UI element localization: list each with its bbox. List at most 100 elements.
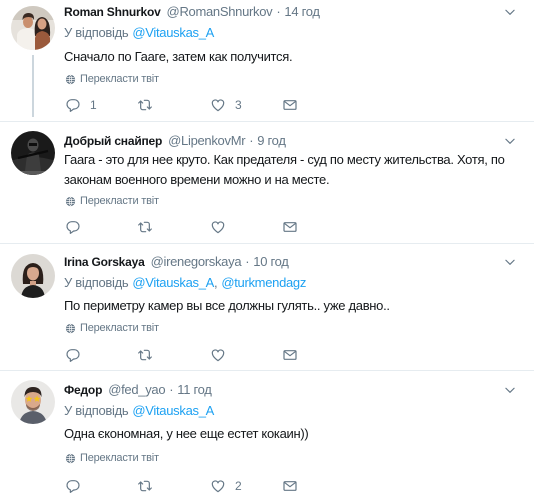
translate-label: Перекласти твіт bbox=[80, 322, 159, 334]
retweet-icon bbox=[137, 97, 153, 113]
reply-button[interactable] bbox=[65, 218, 81, 236]
action-bar bbox=[0, 218, 534, 236]
globe-icon bbox=[65, 453, 76, 464]
chevron-down-icon[interactable] bbox=[503, 5, 517, 19]
reply-button[interactable] bbox=[65, 346, 81, 364]
meta-separator: · bbox=[169, 382, 174, 397]
direct-message-button[interactable] bbox=[282, 96, 298, 114]
reply-context: У відповідь @Vitauskas_A , @turkmendagz bbox=[64, 275, 306, 291]
heart-icon bbox=[210, 478, 226, 494]
retweet-button[interactable] bbox=[137, 346, 153, 364]
reply-count: 1 bbox=[90, 98, 97, 112]
reply-icon bbox=[65, 347, 81, 363]
action-bar bbox=[0, 346, 534, 364]
profile-photo bbox=[11, 380, 55, 424]
avatar[interactable] bbox=[11, 380, 55, 424]
heart-icon bbox=[210, 347, 226, 363]
translate-label: Перекласти твіт bbox=[80, 195, 159, 207]
display-name[interactable]: Добрый снайпер bbox=[64, 133, 162, 149]
meta-separator: · bbox=[249, 133, 254, 148]
heart-icon bbox=[210, 219, 226, 235]
chevron-down-icon[interactable] bbox=[503, 383, 517, 397]
mention-separator: , bbox=[214, 275, 218, 290]
timestamp[interactable]: 11 год bbox=[177, 382, 212, 398]
user-handle[interactable]: @irenegorskaya bbox=[151, 254, 242, 270]
direct-message-button[interactable] bbox=[282, 218, 298, 236]
translate-label: Перекласти твіт bbox=[80, 452, 159, 464]
mention-link[interactable]: @Vitauskas_A bbox=[132, 403, 214, 419]
display-name[interactable]: Roman Shnurkov bbox=[64, 4, 161, 20]
timestamp[interactable]: 14 год bbox=[284, 4, 320, 20]
like-button[interactable]: 3 bbox=[210, 96, 242, 114]
avatar[interactable] bbox=[11, 254, 55, 298]
globe-icon bbox=[65, 196, 76, 207]
heart-icon bbox=[210, 97, 226, 113]
profile-photo bbox=[11, 6, 55, 50]
tweet-text: Одна єкономная, у нее еще естет кокаин)) bbox=[64, 426, 309, 441]
direct-message-button[interactable] bbox=[282, 346, 298, 364]
translate-link[interactable]: Перекласти твіт bbox=[65, 450, 159, 466]
reply-context: У відповідь @Vitauskas_A bbox=[64, 403, 214, 419]
retweet-icon bbox=[137, 347, 153, 363]
translate-link[interactable]: Перекласти твіт bbox=[65, 193, 159, 209]
retweet-icon bbox=[137, 478, 153, 494]
mention-link[interactable]: @Vitauskas_A bbox=[132, 25, 214, 41]
mention-link[interactable]: @turkmendagz bbox=[221, 275, 306, 291]
tweet-text: Сначало по Гааге, затем как получится. bbox=[64, 49, 293, 64]
action-bar: 1 3 bbox=[0, 96, 534, 114]
avatar[interactable] bbox=[11, 131, 55, 175]
tweet[interactable]: Добрый снайпер @LipenkovMr · 9 год Гаага… bbox=[0, 122, 534, 244]
reply-icon bbox=[65, 97, 81, 113]
profile-photo bbox=[11, 254, 55, 298]
tweet-header: Roman Shnurkov @RomanShnurkov · 14 год bbox=[64, 4, 320, 20]
retweet-button[interactable] bbox=[137, 477, 153, 495]
envelope-icon bbox=[282, 347, 298, 363]
timestamp[interactable]: 10 год bbox=[253, 254, 289, 270]
envelope-icon bbox=[282, 97, 298, 113]
chevron-down-icon[interactable] bbox=[503, 255, 517, 269]
timestamp[interactable]: 9 год bbox=[257, 133, 286, 149]
reply-context: У відповідь @Vitauskas_A bbox=[64, 25, 214, 41]
tweet-text: Гаага - это для нее круто. Как предателя… bbox=[64, 152, 505, 187]
reply-button[interactable] bbox=[65, 477, 81, 495]
meta-separator: · bbox=[276, 4, 281, 19]
tweet-text: По периметру камер вы все должны гулять.… bbox=[64, 298, 390, 313]
display-name[interactable]: Федор bbox=[64, 382, 102, 398]
retweet-button[interactable] bbox=[137, 96, 153, 114]
action-bar: 2 bbox=[0, 477, 534, 495]
mention-link[interactable]: @Vitauskas_A bbox=[132, 275, 214, 291]
meta-separator: · bbox=[245, 254, 250, 269]
tweet[interactable]: Irina Gorskaya @irenegorskaya · 10 год У… bbox=[0, 244, 534, 371]
display-name[interactable]: Irina Gorskaya bbox=[64, 254, 145, 270]
reply-label: У відповідь bbox=[64, 25, 129, 40]
translate-link[interactable]: Перекласти твіт bbox=[65, 71, 159, 87]
globe-icon bbox=[65, 323, 76, 334]
envelope-icon bbox=[282, 478, 298, 494]
translate-link[interactable]: Перекласти твіт bbox=[65, 320, 159, 336]
tweet[interactable]: Федор @fed_yao · 11 год У відповідь @Vit… bbox=[0, 371, 534, 498]
like-button[interactable] bbox=[210, 218, 226, 236]
tweet-header: Добрый снайпер @LipenkovMr · 9 год bbox=[64, 133, 286, 149]
tweet-header: Irina Gorskaya @irenegorskaya · 10 год bbox=[64, 254, 289, 270]
retweet-button[interactable] bbox=[137, 218, 153, 236]
reply-icon bbox=[65, 478, 81, 494]
envelope-icon bbox=[282, 219, 298, 235]
translate-label: Перекласти твіт bbox=[80, 73, 159, 85]
user-handle[interactable]: @RomanShnurkov bbox=[167, 4, 273, 20]
chevron-down-icon[interactable] bbox=[503, 134, 517, 148]
direct-message-button[interactable] bbox=[282, 477, 298, 495]
like-button[interactable] bbox=[210, 346, 226, 364]
reply-label: У відповідь bbox=[64, 275, 129, 290]
like-button[interactable]: 2 bbox=[210, 477, 242, 495]
user-handle[interactable]: @fed_yao bbox=[108, 382, 165, 398]
reply-label: У відповідь bbox=[64, 403, 129, 418]
tweet[interactable]: Roman Shnurkov @RomanShnurkov · 14 год У… bbox=[0, 0, 534, 122]
reply-button[interactable]: 1 bbox=[65, 96, 97, 114]
like-count: 2 bbox=[235, 479, 242, 493]
globe-icon bbox=[65, 74, 76, 85]
like-count: 3 bbox=[235, 98, 242, 112]
avatar[interactable] bbox=[11, 6, 55, 50]
tweet-header: Федор @fed_yao · 11 год bbox=[64, 382, 212, 398]
reply-icon bbox=[65, 219, 81, 235]
user-handle[interactable]: @LipenkovMr bbox=[168, 133, 245, 149]
